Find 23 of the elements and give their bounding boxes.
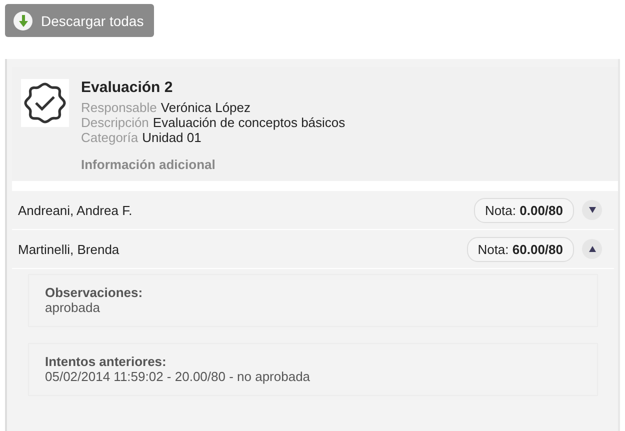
field-label: Descripción <box>81 115 149 130</box>
field-value: Unidad 01 <box>142 130 202 145</box>
caret-icon <box>588 207 596 213</box>
field-label: Categoría <box>81 130 138 145</box>
grade-pill: Nota: 0.00/80 <box>474 198 574 222</box>
toggle-button[interactable] <box>582 239 602 259</box>
grade-pill: Nota: 60.00/80 <box>466 236 574 262</box>
section-text: 05/02/2014 11:59:02 - 20.00/80 - no aprobada <box>45 369 312 384</box>
field-value: Evaluación de conceptos básicos <box>152 115 346 130</box>
evaluation-title: Evaluación 2 <box>81 79 174 96</box>
student-row[interactable]: Martinelli, Brenda Nota: 60.00/80 <box>12 230 614 269</box>
section-title: Intentos anteriores: <box>45 354 168 369</box>
student-name: Martinelli, Brenda <box>18 242 120 256</box>
download-icon <box>13 10 33 30</box>
student-name: Andreani, Andrea F. <box>18 202 134 218</box>
student-row[interactable]: Andreani, Andrea F. Nota: 0.00/80 <box>12 191 614 230</box>
check-badge-icon <box>22 80 68 126</box>
section-text: aprobada <box>45 300 101 315</box>
field-label: Responsable <box>81 100 157 115</box>
section-title: Observaciones: <box>45 285 144 300</box>
caret-icon <box>588 246 596 252</box>
toggle-button[interactable] <box>582 200 602 220</box>
field-value: Verónica López <box>160 100 251 115</box>
